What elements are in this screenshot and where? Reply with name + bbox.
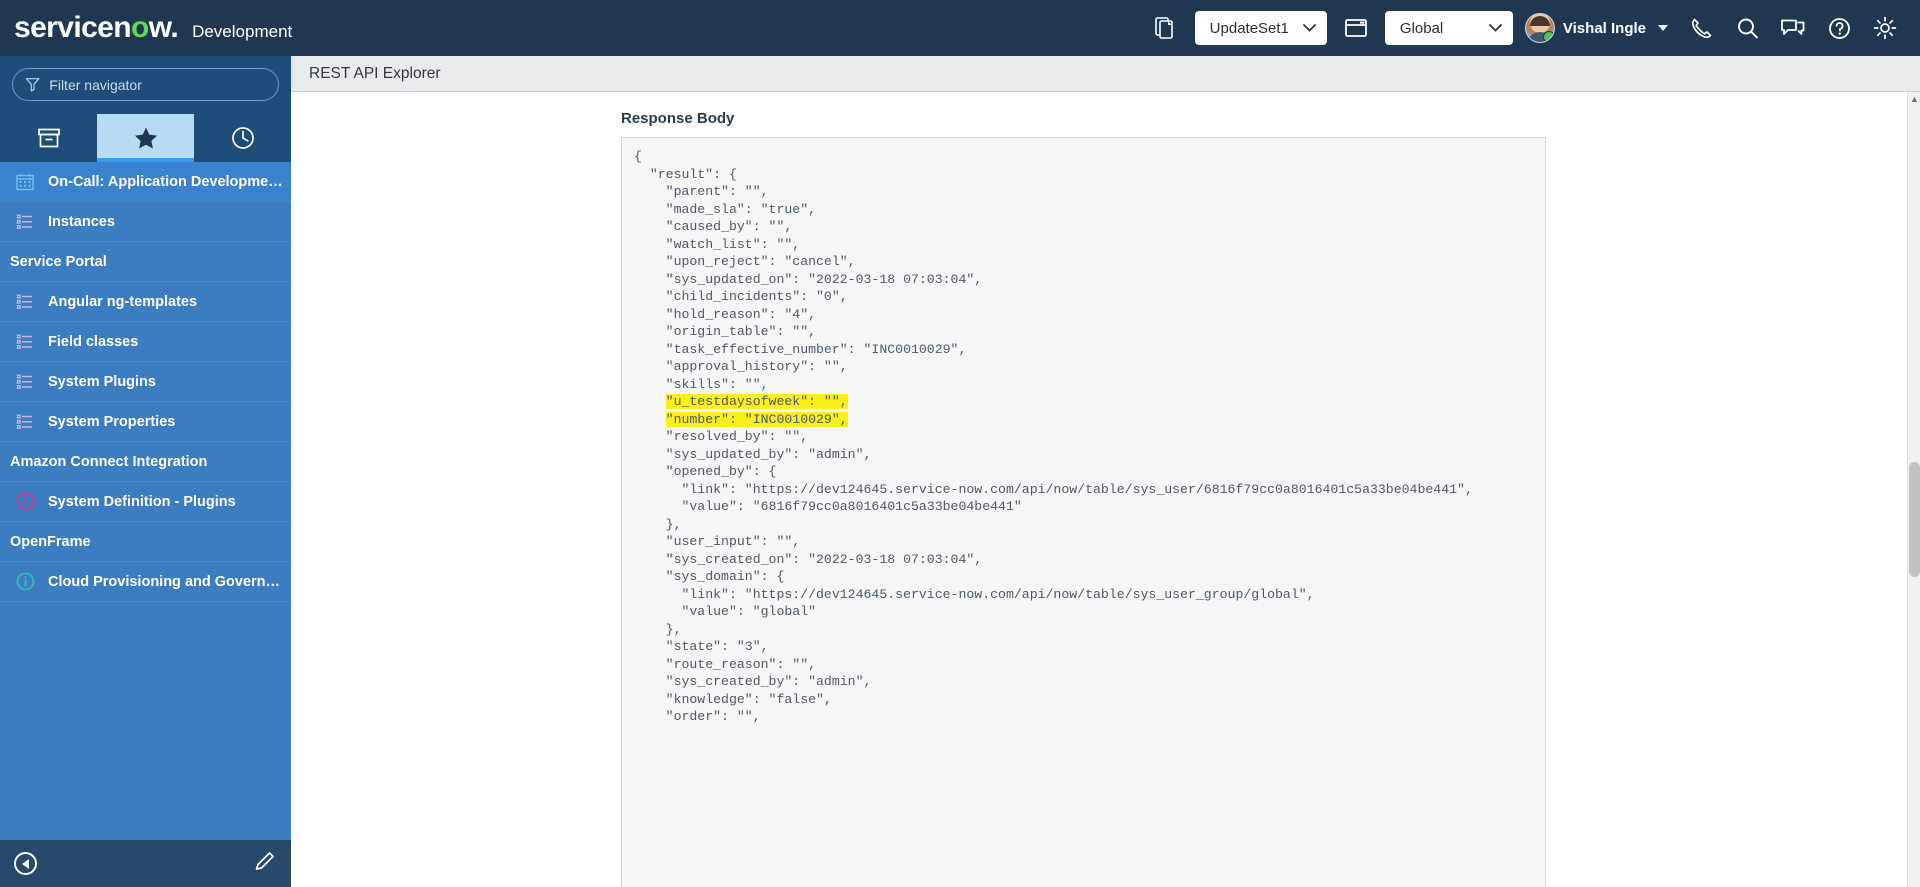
sidebar-item-label: OpenFrame [10,533,91,550]
user-name: Vishal Ingle [1562,19,1646,37]
user-menu[interactable]: Vishal Ingle [1519,13,1678,43]
sidebar-nav-list: On-Call: Application Developme… Instance… [0,162,291,840]
scroll-up-arrow-icon[interactable]: ▲ [1908,92,1920,106]
sidebar-item-on-call-application-development[interactable]: On-Call: Application Developme… [0,162,291,202]
info-icon [14,492,36,511]
main-content: REST API Explorer Response Body { "resul… [291,56,1920,887]
sidebar: On-Call: Application Developme… Instance… [0,56,291,887]
content-header: REST API Explorer [291,56,1920,92]
sidebar-item-angular-ng-templates[interactable]: Angular ng-templates [0,282,291,322]
sidebar-item-label: Amazon Connect Integration [10,453,208,470]
logo-text-part2: w [148,11,171,44]
highlighted-json-text: "number": "INC0010029", [665,411,848,427]
sidebar-item-system-definition-plugins[interactable]: System Definition - Plugins [0,482,291,522]
filter-navigator-input[interactable] [49,76,266,93]
sidebar-item-label: Angular ng-templates [48,293,198,310]
logo-text-accent: o [130,11,149,44]
tab-all-applications[interactable] [0,114,97,162]
logo-text-part1: servicen [14,11,132,44]
list-icon [14,373,36,391]
sidebar-item-cloud-provisioning-and-governance[interactable]: Cloud Provisioning and Govern… [0,562,291,602]
response-body-json: { "result": { "parent": "", "made_sla": … [634,149,1473,724]
calendar-icon [14,173,36,191]
sidebar-footer [0,840,291,887]
top-banner: servicenow. Development UpdateSet1 Globa… [0,0,1920,56]
application-scope-selector[interactable]: Global [1384,11,1513,45]
sidebar-header-amazon-connect-integration[interactable]: Amazon Connect Integration [0,442,291,482]
sidebar-header-openframe[interactable]: OpenFrame [0,522,291,562]
window-icon[interactable] [1333,5,1379,51]
clock-icon [231,127,254,149]
phone-icon[interactable] [1678,5,1724,51]
brand: servicenow. Development [0,13,292,43]
sidebar-item-label: System Properties [48,413,176,430]
tab-favorites[interactable] [97,114,194,162]
search-icon[interactable] [1724,5,1770,51]
sidebar-tabs [0,114,291,162]
sidebar-item-instances[interactable]: Instances [0,202,291,242]
sidebar-item-label: Cloud Provisioning and Govern… [48,573,281,590]
instance-label: Development [192,22,293,41]
filter-navigator-zone [0,56,291,114]
servicenow-logo[interactable]: servicenow. [14,11,179,44]
update-set-selector[interactable]: UpdateSet1 [1194,11,1327,45]
response-body-box[interactable]: { "result": { "parent": "", "made_sla": … [621,137,1546,887]
list-icon [14,213,36,231]
sidebar-header-service-portal[interactable]: Service Portal [0,242,291,282]
filter-icon [25,78,40,92]
info-icon [14,572,36,591]
logo-period: . [170,11,179,44]
sidebar-item-label: System Definition - Plugins [48,493,236,510]
banner-right-controls: UpdateSet1 Global Vishal Ingle [1143,5,1920,51]
filter-navigator[interactable] [12,68,279,101]
sidebar-item-label: On-Call: Application Developme… [48,173,283,190]
response-body-label: Response Body [621,110,735,127]
sidebar-item-system-properties[interactable]: System Properties [0,402,291,442]
chevron-down-icon [1489,24,1502,32]
avatar [1524,13,1555,43]
sidebar-item-label: Service Portal [10,253,107,270]
scrollbar-thumb[interactable] [1909,462,1920,577]
collapse-left-icon[interactable] [14,852,37,875]
sidebar-item-label: System Plugins [48,373,156,390]
pencil-icon[interactable] [253,849,277,878]
chat-icon[interactable] [1770,5,1816,51]
sidebar-item-system-plugins[interactable]: System Plugins [0,362,291,402]
update-set-value: UpdateSet1 [1209,19,1289,37]
copy-pages-icon[interactable] [1143,5,1189,51]
chevron-down-icon [1303,24,1316,32]
chevron-down-icon [1658,25,1668,31]
tab-history[interactable] [194,114,291,162]
help-icon[interactable] [1816,5,1862,51]
archive-box-icon [37,128,60,148]
list-icon [14,413,36,431]
highlighted-json-text: "u_testdaysofweek": "", [665,394,848,409]
sidebar-item-label: Instances [48,213,115,230]
list-icon [14,333,36,351]
content-scrollbar[interactable]: ▲ ▼ [1907,92,1920,887]
list-icon [14,293,36,311]
sidebar-item-field-classes[interactable]: Field classes [0,322,291,362]
content-body: Response Body { "result": { "parent": ""… [291,92,1920,887]
gear-icon[interactable] [1862,5,1908,51]
page-title: REST API Explorer [309,64,441,82]
star-icon [134,127,157,149]
sidebar-item-label: Field classes [48,333,139,350]
application-scope-value: Global [1399,19,1444,37]
response-section: Response Body { "result": { "parent": ""… [621,92,1546,887]
